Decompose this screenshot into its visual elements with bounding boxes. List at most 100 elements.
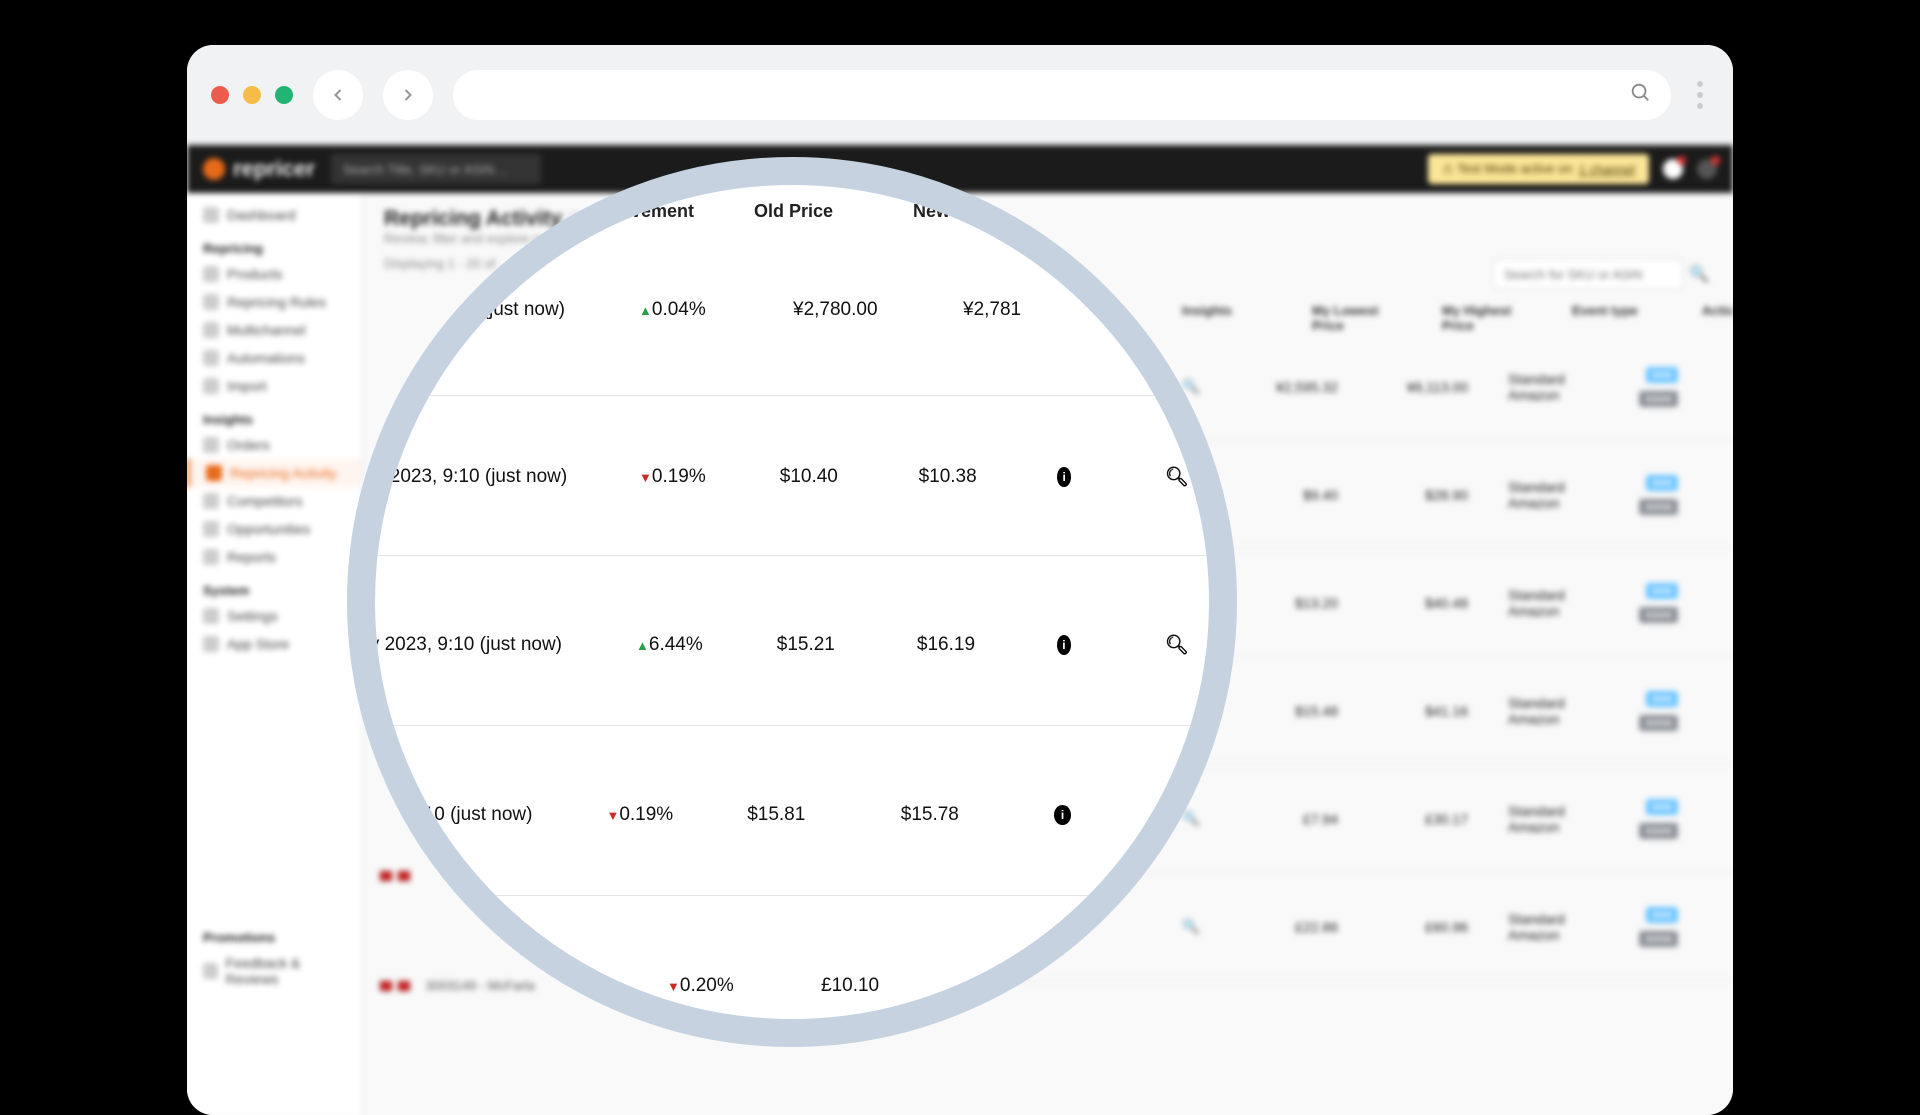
forward-button[interactable]: [383, 70, 433, 120]
import-icon: [203, 378, 219, 394]
appstore-icon: [203, 636, 219, 652]
lens-header-row: Movement Old Price New Price: [425, 185, 1059, 238]
browser-menu-button[interactable]: [1691, 81, 1709, 109]
new-price: $10.38: [919, 466, 984, 488]
sidebar: Dashboard Repricing Products Repricing R…: [187, 193, 362, 1115]
sidebar-item-import[interactable]: Import: [187, 372, 361, 400]
arrow-up-icon: ▲: [639, 303, 652, 318]
info-icon[interactable]: i: [1133, 300, 1153, 320]
sidebar-item-feedback[interactable]: Feedback & Reviews: [187, 949, 361, 993]
cart-icon: [203, 437, 219, 453]
grid-icon: [203, 207, 219, 223]
old-price: $15.81: [747, 804, 827, 826]
sidebar-item-competitors[interactable]: Competitors: [187, 487, 361, 515]
sidebar-item-orders[interactable]: Orders: [187, 431, 361, 459]
maximize-window-button[interactable]: [275, 86, 293, 104]
tag: ●●●: [1646, 367, 1678, 383]
global-search-placeholder: Search Title, SKU or ASIN…: [343, 162, 507, 177]
box-icon: [203, 266, 219, 282]
back-button[interactable]: [313, 70, 363, 120]
arrow-down-icon: ▼: [667, 979, 680, 994]
th-event-type: Event type: [1572, 303, 1662, 333]
global-search-input[interactable]: Search Title, SKU or ASIN…: [331, 154, 541, 184]
lens-row: lay 2023, 9:10 (just now) ▲6.44% $15.21 …: [375, 633, 1209, 657]
banner-link[interactable]: 1 channel: [1579, 162, 1635, 177]
reports-icon: [203, 549, 219, 565]
old-price: ¥2,780.00: [793, 299, 889, 321]
new-price: $15.78: [901, 804, 981, 826]
th-movement: Movement: [605, 201, 694, 222]
sidebar-item-automations[interactable]: Automations: [187, 344, 361, 372]
gear-icon: [203, 608, 219, 624]
notifications-icon[interactable]: [1663, 159, 1683, 179]
brand-name: repricer: [233, 156, 315, 182]
time-label: 0 (just now): [395, 299, 565, 321]
time-label: y 2023, 9:10 (just now): [375, 466, 565, 488]
movement-value: ▼0.20%: [667, 975, 747, 997]
sidebar-item-repricing-rules[interactable]: Repricing Rules: [187, 288, 361, 316]
th-actions: Actions: [1702, 303, 1733, 333]
sidebar-item-opportunities[interactable]: Opportunities: [187, 515, 361, 543]
sidebar-item-settings[interactable]: Settings: [187, 602, 361, 630]
opportunities-icon: [203, 521, 219, 537]
competitors-icon: [203, 493, 219, 509]
th-lowest: My Lowest Price: [1312, 303, 1402, 333]
old-price: £10.10: [821, 975, 917, 997]
search-icon: [1629, 81, 1651, 109]
brand-logo-icon: [203, 158, 225, 180]
magnifier-icon[interactable]: 🔍︎: [1165, 465, 1189, 489]
lens-row: ▼0.20% £10.10: [375, 975, 1209, 997]
page-search-input[interactable]: [1493, 259, 1683, 289]
lens-row: 0 (just now) ▲0.04% ¥2,780.00 ¥2,781 i: [375, 299, 1209, 321]
lens-row: y 2023, 9:10 (just now) ▼0.19% $10.40 $1…: [375, 465, 1209, 489]
browser-chrome: [187, 45, 1733, 145]
chat-icon[interactable]: [1697, 159, 1717, 179]
close-window-button[interactable]: [211, 86, 229, 104]
test-mode-banner[interactable]: ⚠ Test Mode active on 1 channel: [1428, 154, 1649, 184]
sidebar-heading-insights: Insights: [187, 400, 361, 431]
search-icon[interactable]: 🔍: [1689, 264, 1709, 284]
time-label: lay 2023, 9:10 (just now): [355, 634, 562, 656]
sidebar-item-dashboard[interactable]: Dashboard: [187, 201, 361, 229]
app-viewport: repricer Search Title, SKU or ASIN… ⚠ Te…: [187, 145, 1733, 1115]
old-price: $10.40: [780, 466, 845, 488]
arrow-up-icon: ▲: [636, 638, 649, 653]
refresh-icon: [203, 350, 219, 366]
tag: ●●●●: [1639, 391, 1678, 407]
rules-icon: [203, 294, 219, 310]
sidebar-heading-system: System: [187, 571, 361, 602]
info-icon[interactable]: i: [1057, 635, 1071, 655]
window-controls: [211, 86, 293, 104]
time-label: 3, 9:10 (just now): [375, 804, 532, 826]
address-bar[interactable]: [453, 70, 1671, 120]
sidebar-item-appstore[interactable]: App Store: [187, 630, 361, 658]
arrow-down-icon: ▼: [606, 808, 619, 823]
movement-value: ▼0.19%: [606, 804, 673, 826]
magnifier-lens: Movement Old Price New Price 0 (just now…: [347, 157, 1237, 1047]
sidebar-heading-repricing: Repricing: [187, 229, 361, 260]
info-icon[interactable]: i: [1054, 805, 1071, 825]
banner-text: ⚠ Test Mode active on: [1442, 161, 1573, 177]
th-old-price: Old Price: [754, 201, 833, 222]
sidebar-heading-promotions: Promotions: [187, 918, 361, 949]
movement-value: ▼0.19%: [639, 466, 706, 488]
sidebar-item-products[interactable]: Products: [187, 260, 361, 288]
sidebar-item-reports[interactable]: Reports: [187, 543, 361, 571]
arrow-down-icon: ▼: [639, 470, 652, 485]
browser-window: repricer Search Title, SKU or ASIN… ⚠ Te…: [187, 45, 1733, 1115]
new-price: $16.19: [917, 634, 983, 656]
page-search[interactable]: 🔍: [1493, 259, 1709, 289]
sidebar-item-multichannel[interactable]: Multichannel: [187, 316, 361, 344]
magnifier-icon[interactable]: 🔍︎: [1165, 633, 1189, 657]
th-highest: My Highest Price: [1442, 303, 1532, 333]
th-new-price: New Price: [913, 201, 999, 222]
new-price: ¥2,781: [963, 299, 1059, 321]
channels-icon: [203, 322, 219, 338]
sidebar-item-repricing-activity[interactable]: Repricing Activity: [187, 459, 361, 487]
lens-row: 3, 9:10 (just now) ▼0.19% $15.81 $15.78 …: [375, 803, 1209, 827]
brand: repricer: [203, 156, 315, 182]
info-icon[interactable]: i: [1057, 467, 1071, 487]
minimize-window-button[interactable]: [243, 86, 261, 104]
star-icon: [203, 963, 218, 979]
magnifier-icon[interactable]: 🔍︎: [1165, 803, 1189, 827]
